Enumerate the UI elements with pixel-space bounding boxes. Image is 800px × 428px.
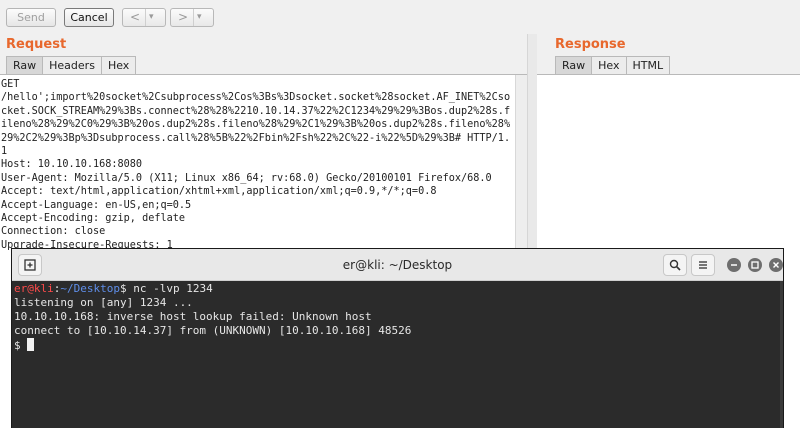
output-line: 10.10.10.168: inverse host lookup failed… (14, 310, 372, 323)
command-line: er@kli:~/Desktop$ nc -lvp 1234 (12, 282, 780, 296)
search-button[interactable] (663, 254, 687, 276)
request-text[interactable]: GET /hello';import%20socket%2Csubprocess… (0, 75, 515, 252)
back-button[interactable]: < ▾ (122, 8, 166, 27)
prompt-symbol: $ (119, 282, 127, 295)
request-tabs: Raw Headers Hex (6, 56, 137, 74)
response-tabs: Raw Hex HTML (555, 56, 671, 74)
tab-raw[interactable]: Raw (555, 56, 593, 74)
forward-arrow-icon: > (178, 10, 189, 24)
close-button[interactable] (769, 258, 783, 272)
minimize-button[interactable] (727, 258, 741, 272)
terminal-output[interactable]: er@kli:~/Desktop$ nc -lvp 1234 listening… (12, 281, 780, 428)
hamburger-icon (699, 261, 707, 269)
terminal-window: er@kli: ~/Desktop er@kli:~/Desktop$ nc -… (12, 249, 783, 428)
back-arrow-icon: < (130, 10, 141, 24)
cancel-button[interactable]: Cancel (64, 8, 114, 27)
command-text: nc -lvp 1234 (126, 282, 213, 295)
search-icon (669, 259, 681, 271)
repeater-toolbar: Send Cancel < ▾ > ▾ (0, 0, 800, 34)
back-dropdown-icon[interactable]: ▾ (149, 9, 154, 26)
current-prompt-line[interactable]: $ (12, 338, 780, 352)
tab-hex[interactable]: Hex (100, 56, 137, 74)
tab-headers[interactable]: Headers (42, 56, 102, 74)
forward-button[interactable]: > ▾ (170, 8, 214, 27)
close-icon (773, 262, 779, 268)
text-cursor (27, 338, 35, 351)
tab-html[interactable]: HTML (625, 56, 671, 74)
forward-dropdown-icon[interactable]: ▾ (197, 9, 202, 26)
send-button[interactable]: Send (6, 8, 56, 27)
response-title: Response (555, 37, 626, 52)
output-line: listening on [any] 1234 ... (14, 296, 193, 309)
minimize-icon (731, 264, 737, 266)
request-title: Request (6, 37, 67, 52)
terminal-scrollbar[interactable] (780, 281, 783, 428)
prompt-user: er@kli (14, 282, 54, 295)
maximize-button[interactable] (748, 258, 762, 272)
current-prompt: $ (14, 339, 28, 352)
tab-hex[interactable]: Hex (591, 56, 627, 74)
output-line: connect to [10.10.14.37] from (UNKNOWN) … (14, 324, 412, 337)
prompt-path: ~/Desktop (60, 282, 120, 295)
terminal-titlebar[interactable]: er@kli: ~/Desktop (12, 249, 783, 281)
maximize-icon (751, 261, 759, 269)
menu-button[interactable] (691, 254, 715, 276)
tab-raw[interactable]: Raw (6, 56, 44, 74)
